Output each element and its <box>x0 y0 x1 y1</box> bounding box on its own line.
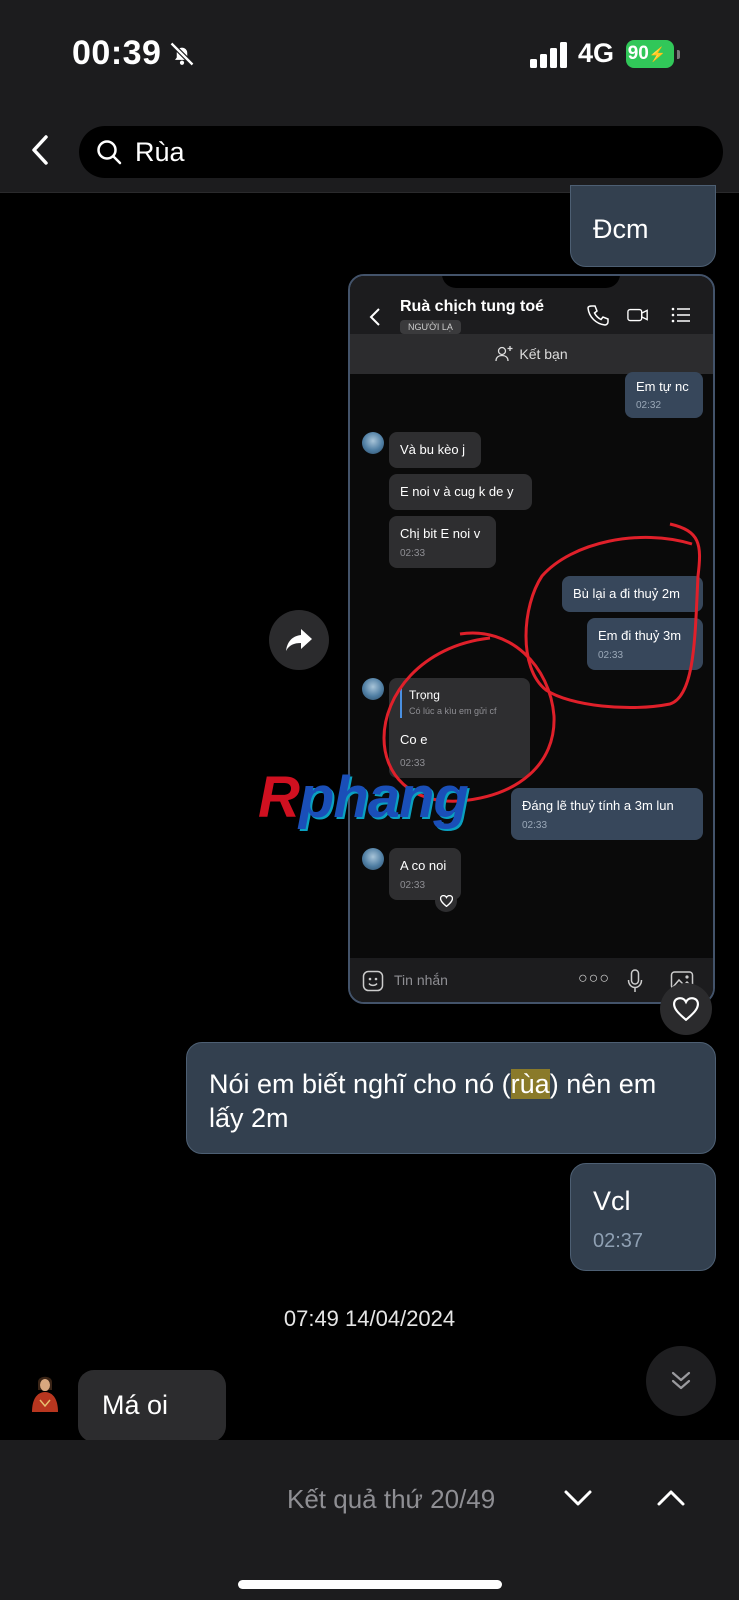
bell-muted-icon <box>169 41 195 67</box>
message-text: Má oi <box>102 1390 169 1420</box>
date-separator: 07:49 14/04/2024 <box>283 1306 456 1331</box>
next-result-chevron-down-icon[interactable] <box>560 1480 596 1516</box>
signal-icon <box>530 42 567 68</box>
message-text: Đcm <box>593 214 649 244</box>
microphone-icon <box>627 969 643 992</box>
network-type: 4G <box>578 38 615 68</box>
status-time: 00:39 <box>72 34 162 72</box>
previous-result-chevron-up-icon[interactable] <box>653 1480 689 1516</box>
charging-bolt-icon: ⚡ <box>648 45 667 62</box>
scroll-to-bottom-button[interactable] <box>646 1346 716 1416</box>
home-indicator[interactable] <box>238 1580 502 1589</box>
search-result-bar: Kết quả thứ 20/49 <box>0 1440 739 1600</box>
reaction-heart-button[interactable] <box>660 983 712 1035</box>
search-query: Rùa <box>135 136 185 167</box>
screenshot-content: Ruà chịch tung toé NGƯỜI LẠ Kết bạn Em t… <box>350 276 713 1002</box>
watermark-rest: phang <box>298 765 469 830</box>
search-result-count: Kết quả thứ 20/49 <box>287 1484 496 1514</box>
search-icon <box>97 140 122 165</box>
message-text: Vcl <box>593 1186 631 1216</box>
emoji-icon <box>362 970 384 992</box>
more-dots-icon: ○○○ <box>578 970 610 987</box>
screenshot-input-placeholder: Tin nhắn <box>394 972 448 988</box>
message-bubble-outgoing[interactable]: Vcl 02:37 <box>570 1163 716 1271</box>
screenshot-input-bar: Tin nhắn ○○○ <box>350 958 713 1002</box>
message-bubble-outgoing[interactable]: Đcm <box>570 185 716 267</box>
watermark-first-letter: R <box>258 765 300 830</box>
red-circle-annotations <box>382 522 702 803</box>
heart-outline-icon <box>673 997 699 1021</box>
double-chevron-down-icon <box>671 1371 691 1390</box>
search-highlight: rùa <box>510 1069 550 1099</box>
share-arrow-icon <box>286 629 312 651</box>
search-header: Rùa <box>0 110 739 193</box>
watermark-logo: Rphang <box>258 764 469 831</box>
share-button[interactable] <box>269 610 329 670</box>
contact-avatar[interactable] <box>28 1372 62 1412</box>
search-input[interactable]: Rùa <box>79 126 723 178</box>
battery-indicator: 90 ⚡ <box>626 40 680 68</box>
message-text: Nói em biết nghĩ cho nó (rùa) nên em lấy… <box>209 1067 697 1135</box>
message-time: 02:37 <box>593 1230 644 1252</box>
message-bubble-incoming[interactable]: Má oi <box>78 1370 226 1442</box>
message-bubble-outgoing[interactable]: Nói em biết nghĩ cho nó (rùa) nên em lấy… <box>186 1042 716 1154</box>
message-text-before: Nói em biết nghĩ cho nó ( <box>209 1069 511 1099</box>
status-bar: 00:39 4G 90 ⚡ <box>0 0 739 110</box>
back-button[interactable] <box>22 130 58 170</box>
chevron-left-icon <box>32 135 48 165</box>
image-message[interactable]: Ruà chịch tung toé NGƯỜI LẠ Kết bạn Em t… <box>348 274 715 1004</box>
battery-level: 90 <box>627 43 649 64</box>
